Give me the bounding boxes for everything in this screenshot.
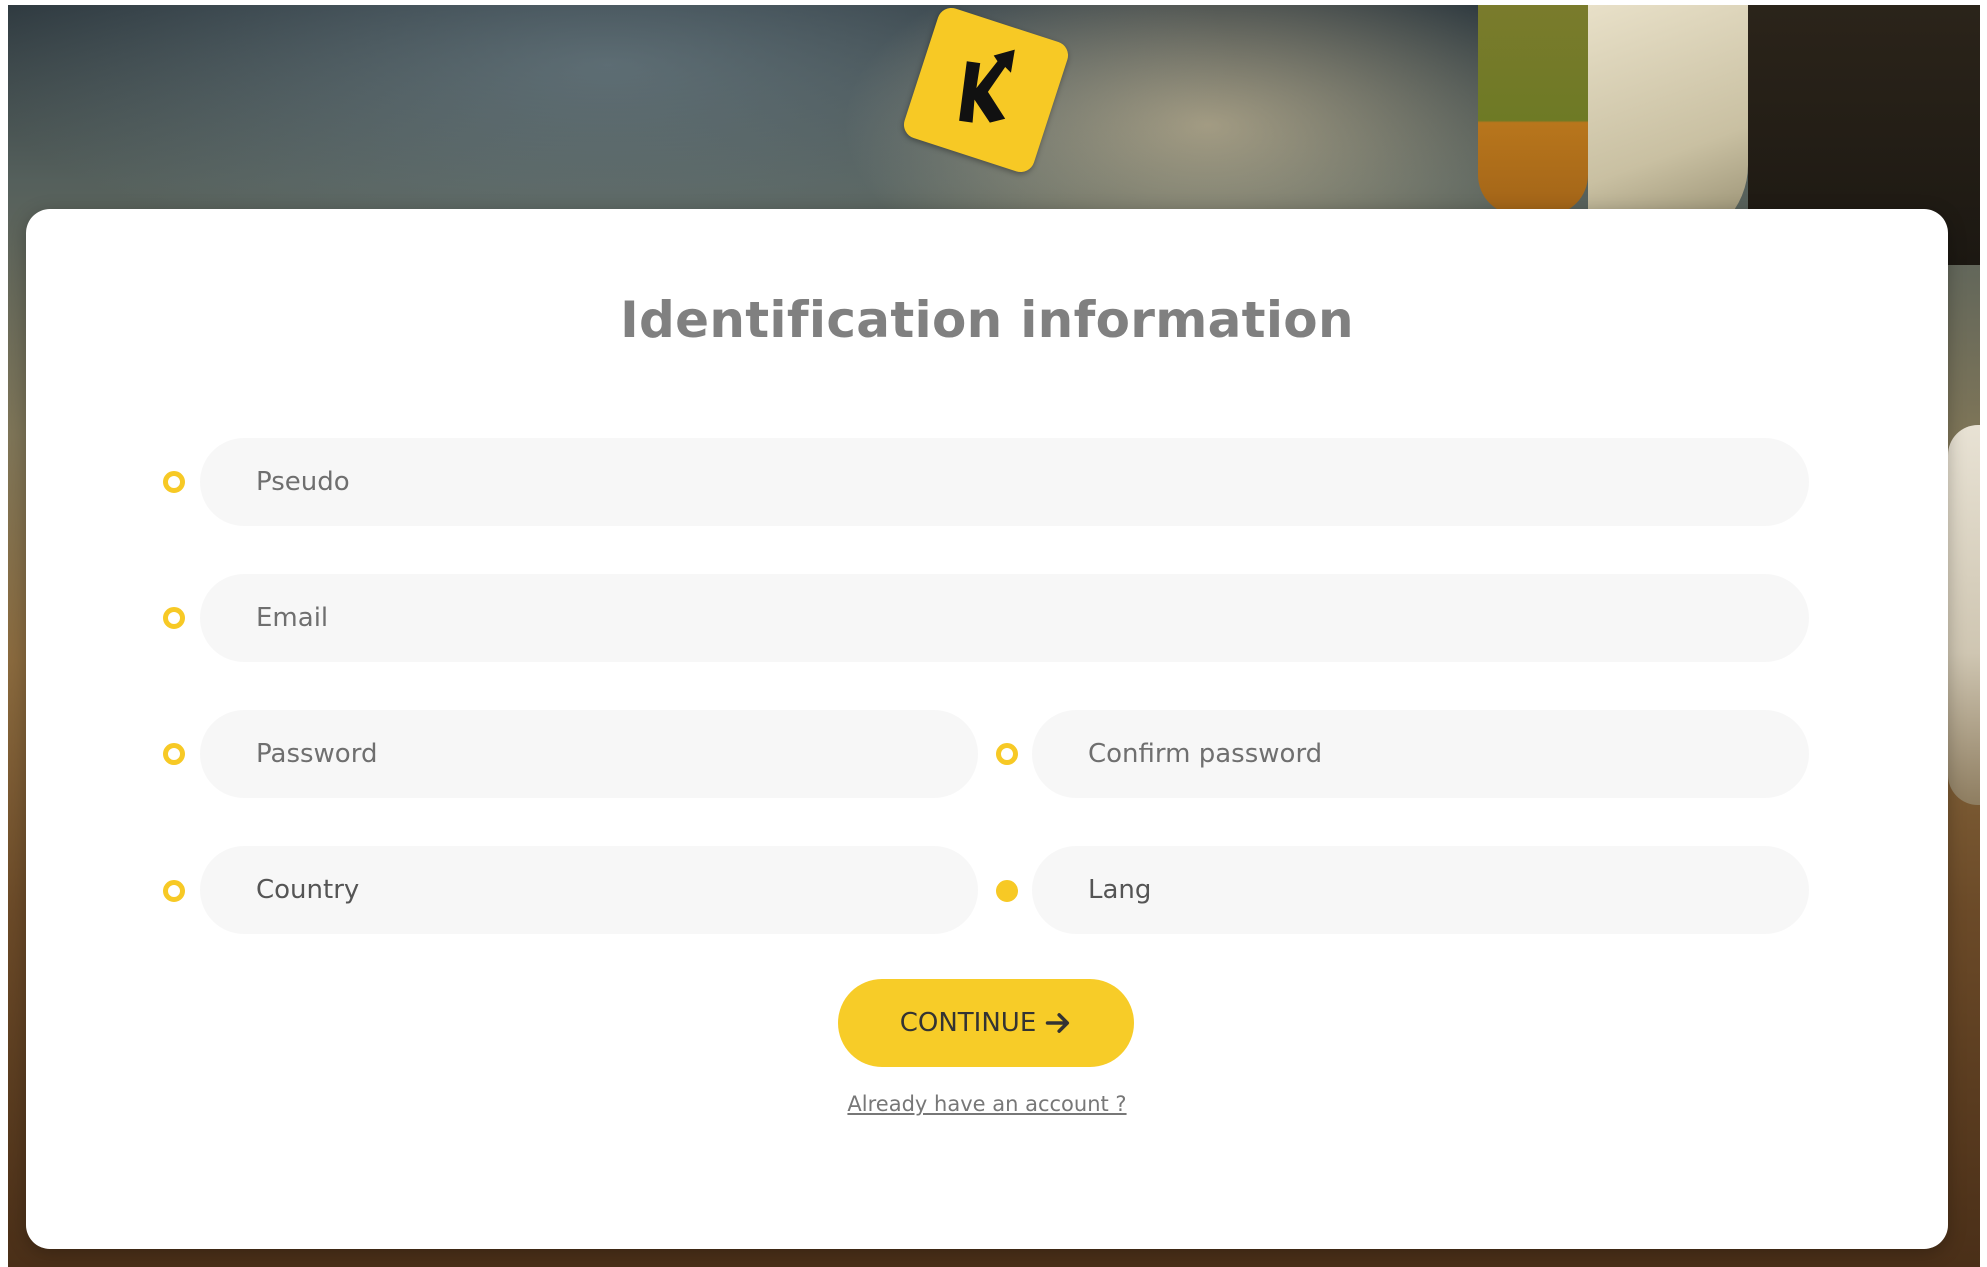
lang-select-value: Lang (1088, 875, 1152, 905)
email-input[interactable] (200, 574, 1809, 662)
registration-card: Identification information Country Lang … (26, 209, 1948, 1249)
required-indicator-confirm-password (996, 743, 1018, 765)
country-select[interactable]: Country (200, 846, 978, 934)
confirm-password-input[interactable] (1032, 710, 1809, 798)
continue-button[interactable]: CONTINUE (838, 979, 1134, 1067)
continue-button-label: CONTINUE (899, 1008, 1037, 1038)
required-indicator-lang (996, 880, 1018, 902)
required-indicator-email (163, 607, 185, 629)
arrow-right-icon (1046, 1013, 1070, 1033)
required-indicator-password (163, 743, 185, 765)
lang-select[interactable]: Lang (1032, 846, 1809, 934)
country-select-value: Country (256, 875, 360, 905)
page-title: Identification information (620, 291, 1354, 349)
already-have-account-link[interactable]: Already have an account ? (26, 1092, 1948, 1116)
background-detail (1948, 425, 1980, 805)
password-input[interactable] (200, 710, 978, 798)
pseudo-input[interactable] (200, 438, 1809, 526)
required-indicator-pseudo (163, 471, 185, 493)
required-indicator-country (163, 880, 185, 902)
